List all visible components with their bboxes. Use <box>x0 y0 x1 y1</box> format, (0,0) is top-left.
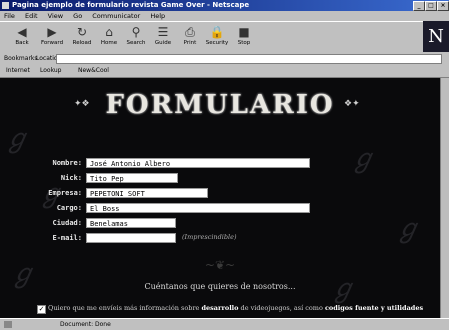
print-button[interactable]: ⎙ Print <box>178 24 202 52</box>
search-button[interactable]: ⚲ Search <box>124 24 148 52</box>
reload-label: Reload <box>72 40 92 46</box>
right-ornament-icon: ❖✦ <box>344 99 360 109</box>
security-label: Security <box>205 40 229 46</box>
background-watermark: ℊ <box>10 259 37 289</box>
minimize-button[interactable]: _ <box>413 1 425 11</box>
status-bar: Document: Done <box>0 318 449 330</box>
nick-field[interactable]: Tito Pep <box>86 173 178 183</box>
location-bar: Bookmarks Location: <box>0 53 449 64</box>
vertical-scrollbar[interactable] <box>440 78 449 318</box>
checkbox-text-part: Quiero que me envíeis más información so… <box>48 304 202 312</box>
menu-bar: File Edit View Go Communicator Help <box>0 11 449 21</box>
menu-view[interactable]: View <box>48 12 63 20</box>
name-field[interactable]: José Antonio Albero <box>86 158 310 168</box>
personal-toolbar: Internet Lookup New&Cool <box>0 65 449 78</box>
email-required-note: (Imprescindible) <box>182 233 237 241</box>
company-label: Empresa: <box>48 189 82 197</box>
link-internet[interactable]: Internet <box>6 65 30 77</box>
stop-button[interactable]: ■ Stop <box>232 24 256 52</box>
guide-icon: ☰ <box>157 25 169 39</box>
menu-go[interactable]: Go <box>73 12 82 20</box>
menu-file[interactable]: File <box>4 12 15 20</box>
print-label: Print <box>183 40 197 46</box>
security-icon: 🔒 <box>209 25 225 39</box>
forward-label: Forward <box>40 40 64 46</box>
status-text: Document: Done <box>60 321 111 328</box>
guide-button[interactable]: ☰ Guide <box>151 24 175 52</box>
link-lookup[interactable]: Lookup <box>40 65 61 77</box>
city-label: Ciudad: <box>52 219 82 227</box>
bookmarks-button[interactable]: Bookmarks <box>4 53 38 64</box>
back-button[interactable]: ◀ Back <box>10 24 34 52</box>
forward-arrow-icon: ▶ <box>47 25 57 39</box>
home-label: Home <box>100 40 118 46</box>
page-content: ℊ ℊ ℊ ℊ ℊ ℊ ✦❖ FORMULARIO ❖✦ Nombre: Jos… <box>0 78 440 318</box>
position-label: Cargo: <box>56 204 82 212</box>
back-arrow-icon: ◀ <box>17 25 27 39</box>
background-watermark: ℊ <box>395 214 422 244</box>
checkbox-bold-part: desarrollo <box>201 304 239 312</box>
app-icon <box>2 2 9 9</box>
stop-icon: ■ <box>238 25 250 39</box>
position-field[interactable]: El Boss <box>86 203 310 213</box>
menu-help[interactable]: Help <box>150 12 165 20</box>
security-status-icon <box>4 321 12 328</box>
section-subtitle: Cuéntanos que quieres de nosotros... <box>144 282 296 291</box>
forward-button[interactable]: ▶ Forward <box>40 24 64 52</box>
city-field[interactable]: Benelamas <box>86 218 176 228</box>
print-icon: ⎙ <box>185 25 195 39</box>
title-bar: Pagina ejemplo de formulario revista Gam… <box>0 0 449 11</box>
background-watermark: ℊ <box>4 124 31 154</box>
divider-ornament-icon: ~❦~ <box>204 258 236 272</box>
netscape-logo: N <box>423 21 449 52</box>
search-label: Search <box>126 40 146 46</box>
company-field[interactable]: PEPETONI SOFT <box>86 188 208 198</box>
background-watermark: ℊ <box>350 144 377 174</box>
page-title: FORMULARIO <box>105 90 335 120</box>
back-label: Back <box>15 40 29 46</box>
email-label: E-mail: <box>52 234 82 242</box>
checkbox-bold-part: codigos fuente y utilidades <box>324 304 424 312</box>
navigation-toolbar: ◀ Back ▶ Forward ↻ Reload ⌂ Home ⚲ Search ☰ Gu… <box>0 21 449 54</box>
window-title: Pagina ejemplo de formulario revista Gam… <box>12 1 250 9</box>
nick-label: Nick: <box>60 174 82 182</box>
name-label: Nombre: <box>52 159 82 167</box>
location-input[interactable] <box>56 54 442 64</box>
info-checkbox[interactable]: ✓ <box>37 305 46 314</box>
guide-label: Guide <box>154 40 172 46</box>
close-button[interactable]: × <box>437 1 449 11</box>
stop-label: Stop <box>237 40 251 46</box>
reload-icon: ↻ <box>76 25 88 39</box>
search-icon: ⚲ <box>131 25 141 39</box>
maximize-button[interactable]: □ <box>425 1 437 11</box>
reload-button[interactable]: ↻ Reload <box>70 24 94 52</box>
menu-edit[interactable]: Edit <box>25 12 38 20</box>
link-newcool[interactable]: New&Cool <box>78 65 109 77</box>
home-icon: ⌂ <box>105 25 113 39</box>
email-field[interactable] <box>86 233 176 243</box>
checkbox-text-part: de videojuegos, así como <box>238 304 325 312</box>
home-button[interactable]: ⌂ Home <box>97 24 121 52</box>
security-button[interactable]: 🔒 Security <box>205 24 229 52</box>
checkbox-label: Quiero que me envíeis más información so… <box>48 304 440 312</box>
menu-communicator[interactable]: Communicator <box>92 12 140 20</box>
